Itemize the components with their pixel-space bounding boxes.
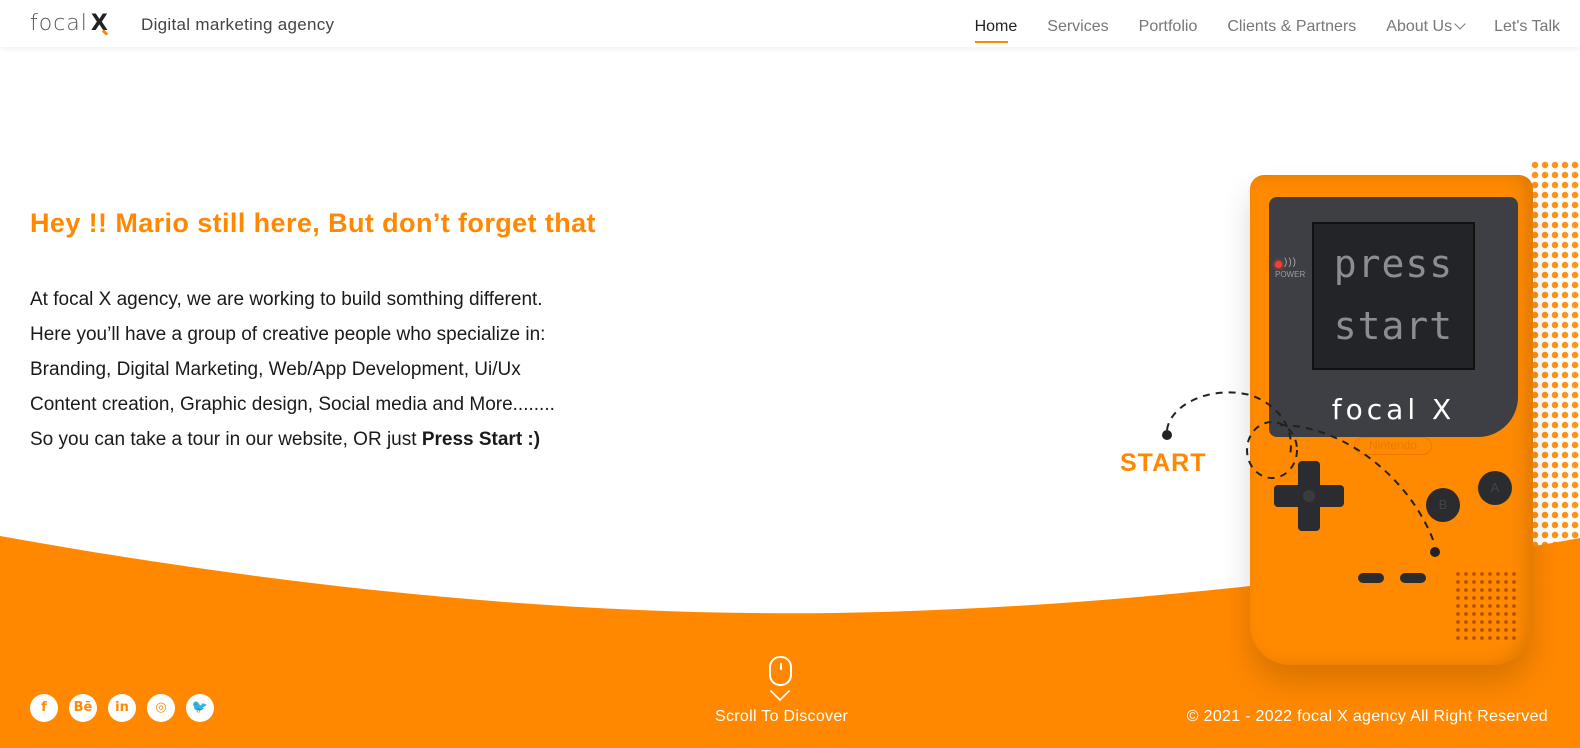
nav-about-us[interactable]: About Us <box>1386 18 1466 36</box>
power-signal-icon: ))) <box>1284 257 1297 268</box>
nav-about-us-label: About Us <box>1386 18 1453 35</box>
behance-icon[interactable]: Bē <box>69 694 97 722</box>
hero-line: Branding, Digital Marketing, Web/App Dev… <box>30 359 521 380</box>
nav-lets-talk[interactable]: Let's Talk <box>1494 18 1560 36</box>
hero-text: At focal X agency, we are working to bui… <box>30 282 555 457</box>
start-label[interactable]: START <box>1120 449 1206 478</box>
hero-line: Here you’ll have a group of creative peo… <box>30 324 546 345</box>
nav-services[interactable]: Services <box>1047 18 1108 36</box>
main-nav: Home Services Portfolio Clients & Partne… <box>945 18 1560 43</box>
logo[interactable]: focal X <box>30 11 109 36</box>
power-led-icon <box>1275 261 1282 268</box>
scroll-to-discover[interactable]: Scroll To Discover <box>715 708 848 726</box>
social-links: f Bē in ◎ 🐦 <box>30 694 214 722</box>
hero-title: Hey !! Mario still here, But don’t forge… <box>30 208 596 238</box>
copyright-text: © 2021 - 2022 focal X agency All Right R… <box>1186 708 1548 725</box>
screen-line-press: press <box>1333 242 1454 286</box>
power-label: POWER <box>1275 270 1306 279</box>
tagline: Digital marketing agency <box>141 15 335 34</box>
hero-line: Content creation, Graphic design, Social… <box>30 394 555 415</box>
hero-line: So you can take a tour in our website, O… <box>30 422 555 457</box>
nav-portfolio[interactable]: Portfolio <box>1139 18 1198 36</box>
press-start-text: Press Start :) <box>421 429 541 450</box>
select-button[interactable] <box>1358 573 1384 583</box>
gameboy-screen: press start <box>1312 222 1475 370</box>
site-header: focal X Digital marketing agency Home Ser… <box>0 0 1580 47</box>
nav-clients-partners[interactable]: Clients & Partners <box>1227 18 1356 36</box>
chevron-down-icon <box>1454 18 1466 30</box>
start-button[interactable] <box>1400 573 1426 583</box>
logo-mark: X <box>90 11 109 36</box>
screen-line-start: start <box>1333 304 1454 348</box>
linkedin-icon[interactable]: in <box>108 694 136 722</box>
logo-text: focal <box>30 11 88 36</box>
speaker-grille <box>1454 570 1520 640</box>
a-button-label: A <box>1490 480 1500 495</box>
twitter-icon[interactable]: 🐦 <box>186 694 214 722</box>
facebook-icon[interactable]: f <box>30 694 58 722</box>
instagram-icon[interactable]: ◎ <box>147 694 175 722</box>
nav-home[interactable]: Home <box>974 18 1017 43</box>
hero-line: At focal X agency, we are working to bui… <box>30 289 543 310</box>
hero-last-line: So you can take a tour in our website, O… <box>30 429 422 450</box>
dot-pattern <box>1530 160 1580 600</box>
a-button[interactable]: A <box>1478 471 1512 505</box>
